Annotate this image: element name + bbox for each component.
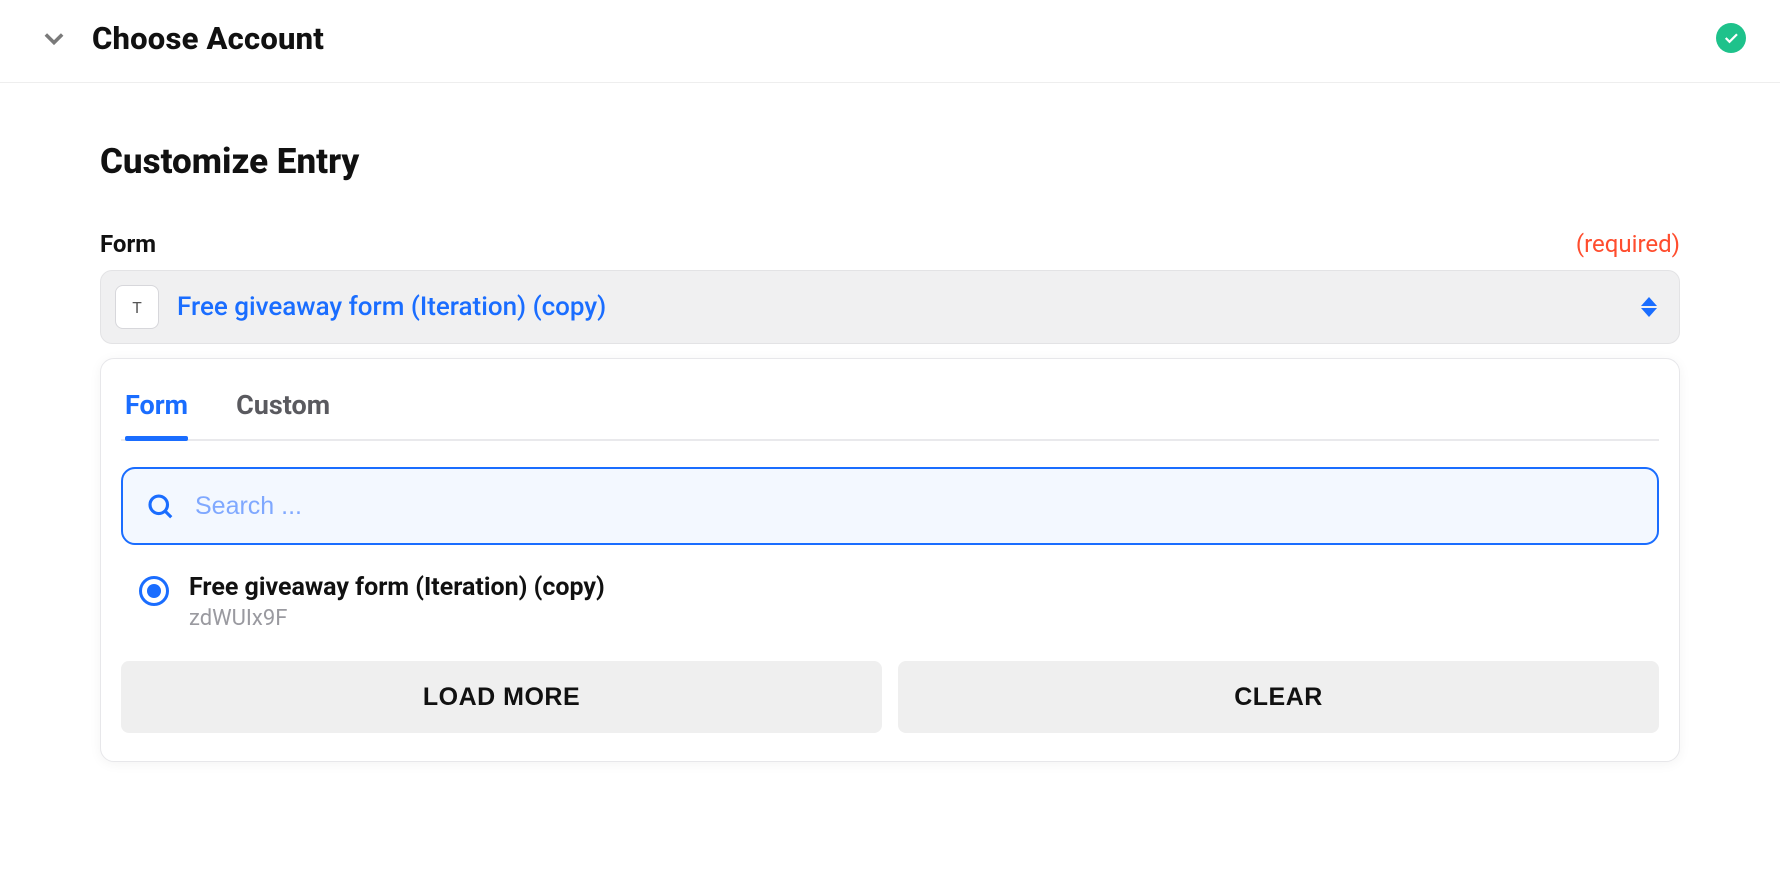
- form-select-dropdown: Form Custom Free giveaway form (Iteratio…: [100, 358, 1680, 762]
- tab-form[interactable]: Form: [125, 381, 188, 439]
- form-select-value: Free giveaway form (Iteration) (copy): [177, 292, 606, 322]
- search-icon: [145, 491, 175, 521]
- form-select[interactable]: T Free giveaway form (Iteration) (copy): [100, 270, 1680, 344]
- tab-custom[interactable]: Custom: [236, 381, 330, 439]
- load-more-button[interactable]: LOAD MORE: [121, 661, 882, 733]
- header-title: Choose Account: [92, 20, 324, 57]
- chevron-down-icon[interactable]: [34, 18, 74, 58]
- form-option-row[interactable]: Free giveaway form (Iteration) (copy) zd…: [121, 545, 1659, 641]
- form-source-icon: T: [115, 285, 159, 329]
- required-indicator: (required): [1576, 230, 1680, 258]
- accordion-header-choose-account[interactable]: Choose Account: [0, 0, 1780, 83]
- select-sort-icon: [1641, 297, 1657, 317]
- section-title-customize-entry: Customize Entry: [100, 141, 1680, 182]
- dropdown-tabs: Form Custom: [121, 381, 1659, 441]
- option-subtitle: zdWUIx9F: [189, 606, 605, 631]
- clear-button[interactable]: CLEAR: [898, 661, 1659, 733]
- option-title: Free giveaway form (Iteration) (copy): [189, 573, 605, 602]
- status-success-icon: [1716, 23, 1746, 53]
- radio-selected-icon: [139, 576, 169, 606]
- field-label-form: Form: [100, 230, 156, 258]
- search-input[interactable]: [121, 467, 1659, 545]
